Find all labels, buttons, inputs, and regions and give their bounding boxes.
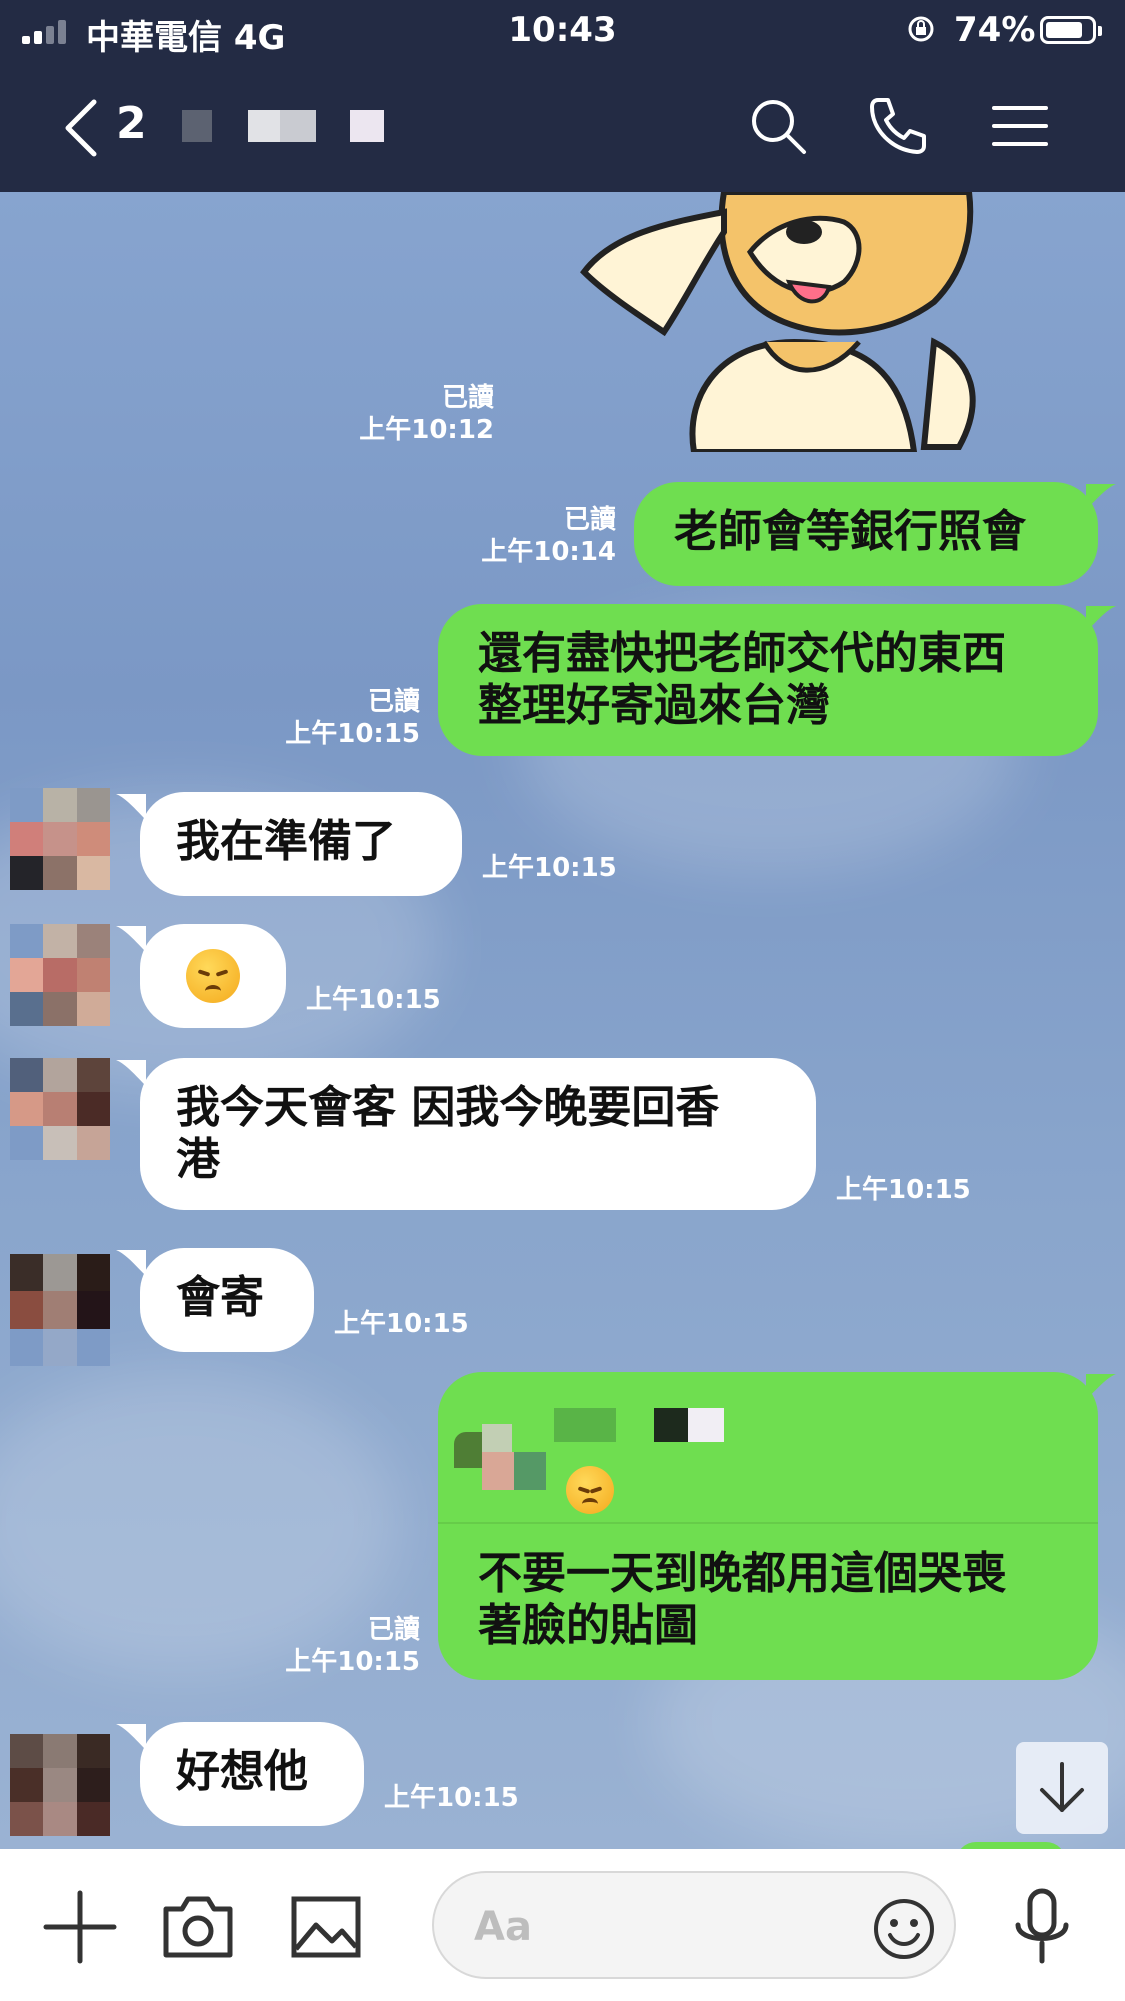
message-text-line: 整理好寄過來台灣 xyxy=(478,680,830,731)
scroll-to-bottom-button[interactable] xyxy=(1016,1742,1108,1834)
bubble-tail xyxy=(116,1250,146,1276)
bubble-tail xyxy=(1086,1374,1116,1400)
message-text: 好想他 xyxy=(176,1746,308,1797)
avatar[interactable] xyxy=(10,1254,110,1366)
avatar[interactable] xyxy=(10,924,110,1026)
read-receipt: 已讀 xyxy=(441,383,494,413)
chat-area[interactable]: 已讀 上午10:12 老師會等銀行照會 已讀 上午10:14 還有盡快把老師交代… xyxy=(0,192,1125,1849)
message-text-line: 著臉的貼圖 xyxy=(478,1600,698,1651)
avatar[interactable] xyxy=(10,1058,110,1160)
message-text: 老師會等銀行照會 xyxy=(674,506,1026,557)
composer-bar xyxy=(0,1849,1125,2001)
plus-icon[interactable] xyxy=(40,1887,120,1967)
bubble-tail xyxy=(116,926,146,952)
image-icon[interactable] xyxy=(286,1887,366,1967)
emoji-icon[interactable] xyxy=(872,1897,936,1961)
message-time: 上午10:15 xyxy=(306,985,441,1015)
read-receipt: 已讀 xyxy=(367,687,420,717)
message-time: 上午10:15 xyxy=(285,719,420,749)
message-text-line: 港 xyxy=(176,1134,220,1185)
disappointed-face-emoji xyxy=(186,949,240,1003)
member-count: 2 xyxy=(116,98,147,149)
incoming-message[interactable] xyxy=(140,924,286,1028)
message-time: 上午10:14 xyxy=(481,537,616,567)
message-input-container[interactable] xyxy=(432,1871,956,1979)
outgoing-message[interactable]: 老師會等銀行照會 xyxy=(634,482,1098,586)
read-receipt: 已讀 xyxy=(367,1615,420,1645)
quoted-disappointed-face-emoji xyxy=(566,1466,614,1514)
incoming-message[interactable]: 我在準備了 xyxy=(140,792,462,896)
outgoing-reply-message[interactable]: 不要一天到晚都用這個哭喪 著臉的貼圖 xyxy=(438,1372,1098,1680)
back-chevron-icon[interactable] xyxy=(62,98,102,158)
message-text-line: 我今天會客 因我今晚要回香 xyxy=(176,1082,720,1133)
message-text: 會寄 xyxy=(176,1272,264,1323)
arrow-down-icon xyxy=(1040,1762,1084,1812)
saluting-dog-sticker xyxy=(580,192,976,452)
bubble-tail xyxy=(116,794,146,820)
incoming-message[interactable]: 我今天會客 因我今晚要回香 港 xyxy=(140,1058,816,1210)
quoted-message[interactable] xyxy=(438,1372,1098,1524)
next-message-peek xyxy=(956,1842,1066,1849)
message-time: 上午10:12 xyxy=(359,415,494,445)
message-time: 上午10:15 xyxy=(334,1309,469,1339)
message-time: 上午10:15 xyxy=(285,1647,420,1677)
message-time: 上午10:15 xyxy=(384,1783,519,1813)
incoming-message[interactable]: 好想他 xyxy=(140,1722,364,1826)
reply-text: 不要一天到晚都用這個哭喪 著臉的貼圖 xyxy=(478,1548,1006,1652)
bubble-tail xyxy=(116,1724,146,1750)
incoming-message[interactable]: 會寄 xyxy=(140,1248,314,1352)
search-icon[interactable] xyxy=(746,94,810,158)
read-receipt: 已讀 xyxy=(563,505,616,535)
avatar[interactable] xyxy=(10,788,110,890)
message-time: 上午10:15 xyxy=(482,853,617,883)
chat-header: 2 xyxy=(0,64,1125,192)
menu-icon[interactable] xyxy=(988,94,1052,158)
message-text-line: 還有盡快把老師交代的東西 xyxy=(478,628,1006,679)
top-bar: 中華電信 4G 10:43 74% 2 xyxy=(0,0,1125,192)
avatar[interactable] xyxy=(10,1734,110,1836)
message-text: 我在準備了 xyxy=(176,816,396,867)
battery-icon xyxy=(1040,16,1102,44)
bubble-tail xyxy=(1086,484,1116,510)
outgoing-message[interactable]: 還有盡快把老師交代的東西 整理好寄過來台灣 xyxy=(438,604,1098,756)
battery-percent: 74% xyxy=(954,10,1036,50)
message-text-line: 不要一天到晚都用這個哭喪 xyxy=(478,1548,1006,1599)
message-input[interactable] xyxy=(472,1901,856,1953)
bubble-tail xyxy=(1086,606,1116,632)
camera-icon[interactable] xyxy=(158,1887,238,1967)
status-bar: 中華電信 4G 10:43 74% xyxy=(0,0,1125,64)
rotation-lock-icon xyxy=(908,16,934,42)
bubble-tail xyxy=(116,1060,146,1086)
microphone-icon[interactable] xyxy=(1002,1887,1082,1967)
phone-icon[interactable] xyxy=(864,94,928,158)
message-time: 上午10:15 xyxy=(836,1175,971,1205)
